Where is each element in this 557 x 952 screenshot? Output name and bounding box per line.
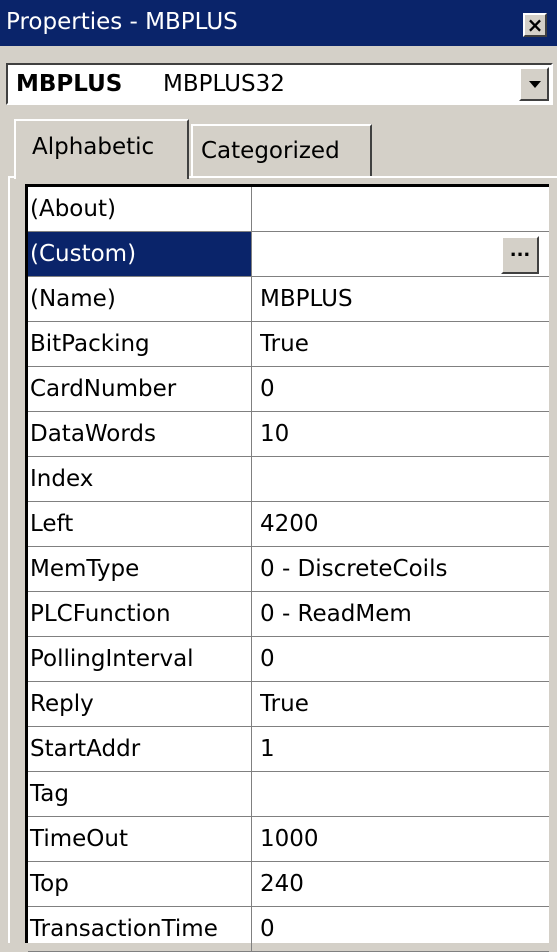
property-value[interactable]: 4200 <box>260 502 548 546</box>
property-value[interactable]: True <box>260 322 548 366</box>
property-name: (Name) <box>28 277 252 321</box>
property-name: (Custom) <box>28 232 252 276</box>
property-name: Index <box>28 457 252 501</box>
close-icon: × <box>526 13 544 37</box>
property-name: MemType <box>28 547 252 591</box>
property-row[interactable]: Tag <box>28 772 549 817</box>
dropdown-button[interactable] <box>519 67 549 101</box>
property-value[interactable]: MBPLUS <box>260 277 548 321</box>
property-value[interactable] <box>260 187 548 231</box>
tab-label: Alphabetic <box>32 134 155 160</box>
property-name: CardNumber <box>28 367 252 411</box>
object-selector[interactable]: MBPLUS MBPLUS32 <box>6 63 553 105</box>
property-value[interactable]: 0 <box>260 907 548 951</box>
property-name: Reply <box>28 682 252 726</box>
property-value[interactable] <box>260 457 548 501</box>
property-value[interactable]: 0 <box>260 367 548 411</box>
property-row[interactable]: TransactionTime 0 <box>28 907 549 952</box>
property-value[interactable]: 0 <box>260 637 548 681</box>
chevron-down-icon <box>529 81 541 88</box>
close-button[interactable]: × <box>523 13 547 37</box>
property-name: PLCFunction <box>28 592 252 636</box>
tab-alphabetic[interactable]: Alphabetic <box>14 119 189 179</box>
property-value[interactable]: 0 - ReadMem <box>260 592 548 636</box>
property-row[interactable]: Reply True <box>28 682 549 727</box>
property-row[interactable]: Left 4200 <box>28 502 549 547</box>
property-row[interactable]: Top 240 <box>28 862 549 907</box>
property-row[interactable]: PollingInterval 0 <box>28 637 549 682</box>
property-name: PollingInterval <box>28 637 252 681</box>
property-row[interactable]: PLCFunction 0 - ReadMem <box>28 592 549 637</box>
property-value[interactable]: True <box>260 682 548 726</box>
property-name: Tag <box>28 772 252 816</box>
property-row[interactable]: StartAddr 1 <box>28 727 549 772</box>
property-value[interactable]: 1 <box>260 727 548 771</box>
object-type: MBPLUS32 <box>163 71 285 97</box>
property-row[interactable]: MemType 0 - DiscreteCoils <box>28 547 549 592</box>
window-title: Properties - MBPLUS <box>6 9 238 35</box>
property-row[interactable]: TimeOut 1000 <box>28 817 549 862</box>
object-name: MBPLUS <box>16 71 123 97</box>
property-row[interactable]: Index <box>28 457 549 502</box>
property-name: BitPacking <box>28 322 252 366</box>
property-name: StartAddr <box>28 727 252 771</box>
property-row[interactable]: (About) <box>28 187 549 232</box>
property-value[interactable]: 1000 <box>260 817 548 861</box>
tab-label: Categorized <box>201 138 340 164</box>
property-row[interactable]: CardNumber 0 <box>28 367 549 412</box>
property-name: DataWords <box>28 412 252 456</box>
property-value[interactable]: 10 <box>260 412 548 456</box>
property-name: TimeOut <box>28 817 252 861</box>
property-row[interactable]: BitPacking True <box>28 322 549 367</box>
property-value[interactable] <box>260 772 548 816</box>
property-name: TransactionTime <box>28 907 252 951</box>
property-grid: (About) (Custom) ... (Name) MBPLUS BitPa… <box>25 184 549 952</box>
property-name: (About) <box>28 187 252 231</box>
property-row-selected[interactable]: (Custom) ... <box>28 232 549 277</box>
property-value[interactable]: 240 <box>260 862 548 906</box>
property-name: Top <box>28 862 252 906</box>
property-name: Left <box>28 502 252 546</box>
tab-categorized[interactable]: Categorized <box>191 124 372 176</box>
ellipsis-button[interactable]: ... <box>501 236 539 274</box>
title-bar: Properties - MBPLUS × <box>0 0 557 46</box>
property-row[interactable]: (Name) MBPLUS <box>28 277 549 322</box>
property-row[interactable]: DataWords 10 <box>28 412 549 457</box>
property-value[interactable]: 0 - DiscreteCoils <box>260 547 548 591</box>
